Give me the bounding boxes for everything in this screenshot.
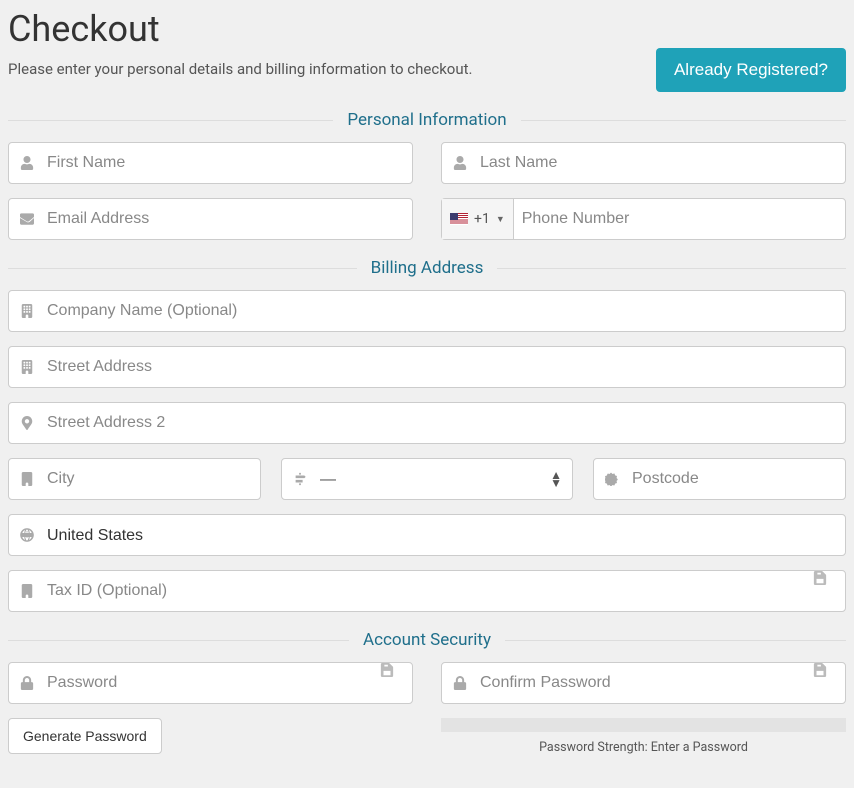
country-select[interactable]: United States: [45, 515, 845, 555]
save-field-icon: [813, 663, 845, 703]
chevron-down-icon: ▼: [496, 214, 505, 225]
certificate-icon: [594, 459, 630, 499]
building-icon: [9, 459, 45, 499]
section-label: Personal Information: [333, 110, 520, 130]
section-label: Account Security: [349, 630, 505, 650]
section-account-security: Account Security: [8, 630, 846, 650]
section-personal-information: Personal Information: [8, 110, 846, 130]
password-input[interactable]: [45, 663, 380, 703]
email-input[interactable]: [45, 199, 412, 239]
building-icon: [9, 571, 45, 611]
phone-country-selector[interactable]: +1 ▼: [442, 199, 514, 239]
building-icon: [9, 291, 45, 331]
generate-password-button[interactable]: Generate Password: [8, 718, 162, 754]
map-signs-icon: [282, 459, 318, 499]
confirm-password-input[interactable]: [478, 663, 813, 703]
password-strength-label: Password Strength: Enter a Password: [441, 740, 846, 755]
section-label: Billing Address: [357, 258, 498, 278]
street-address-input[interactable]: [45, 347, 845, 387]
city-input[interactable]: [45, 459, 260, 499]
save-field-icon: [380, 663, 412, 703]
tax-id-input[interactable]: [45, 571, 813, 611]
map-marker-icon: [9, 403, 45, 443]
page-title: Checkout: [8, 8, 846, 50]
building-icon: [9, 347, 45, 387]
us-flag-icon: [450, 213, 468, 225]
section-billing-address: Billing Address: [8, 258, 846, 278]
postcode-input[interactable]: [630, 459, 845, 499]
street-address-2-input[interactable]: [45, 403, 845, 443]
user-icon: [9, 143, 45, 183]
globe-icon: [9, 515, 45, 555]
last-name-input[interactable]: [478, 143, 845, 183]
save-field-icon: [813, 571, 845, 611]
page-subtitle: Please enter your personal details and b…: [8, 56, 472, 78]
state-select[interactable]: —: [318, 459, 572, 499]
lock-icon: [9, 663, 45, 703]
company-input[interactable]: [45, 291, 845, 331]
phone-prefix-label: +1: [474, 211, 490, 227]
password-strength-bar: [441, 718, 846, 732]
phone-input[interactable]: [514, 199, 845, 239]
user-icon: [442, 143, 478, 183]
lock-icon: [442, 663, 478, 703]
already-registered-button[interactable]: Already Registered?: [656, 48, 846, 92]
envelope-icon: [9, 199, 45, 239]
first-name-input[interactable]: [45, 143, 412, 183]
